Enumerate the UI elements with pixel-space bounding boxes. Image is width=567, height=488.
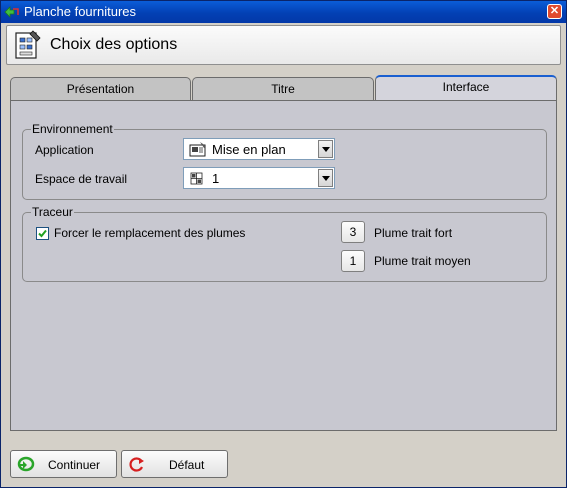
page-title: Choix des options [50,36,178,53]
tab-titre[interactable]: Titre [192,77,374,101]
plume-fort-button[interactable]: 3 [341,221,365,243]
tab-presentation[interactable]: Présentation [10,77,191,101]
dialog-header: Choix des options [6,25,561,65]
chevron-down-icon[interactable] [318,140,333,158]
defaut-label: Défaut [169,458,205,472]
group-title-environnement: Environnement [31,122,114,136]
continue-icon [17,456,35,472]
forcer-remplacement-label: Forcer le remplacement des plumes [54,226,246,240]
close-icon[interactable]: ✕ [547,4,562,19]
group-title-traceur: Traceur [31,205,74,219]
espace-travail-select[interactable]: 1 [183,167,335,189]
plume-moyen-button[interactable]: 1 [341,250,365,272]
continuer-button[interactable]: Continuer [10,450,117,478]
forcer-remplacement-checkbox[interactable] [36,227,49,240]
plume-moyen-label: Plume trait moyen [374,254,471,268]
group-environnement: Environnement Application Mise en plan E… [22,122,547,200]
group-traceur: Traceur Forcer le remplacement des plume… [22,205,547,282]
options-icon [15,30,41,59]
checkmark-icon [38,229,47,238]
tab-interface[interactable]: Interface [375,75,557,100]
defaut-button[interactable]: Défaut [121,450,228,478]
tab-panel-interface: Environnement Application Mise en plan E… [10,100,557,431]
espace-travail-value: 1 [212,171,220,186]
application-label: Application [35,143,94,157]
dialog-window: Planche fournitures ✕ Choix des options … [0,0,567,488]
plume-fort-label: Plume trait fort [374,226,453,240]
grid-icon [190,172,203,185]
espace-travail-label: Espace de travail [35,172,128,186]
reset-icon [129,457,144,472]
app-icon [4,6,19,18]
window-title: Planche fournitures [24,4,137,19]
title-bar[interactable]: Planche fournitures ✕ [1,1,566,23]
chevron-down-icon[interactable] [318,169,333,187]
drawing-icon [189,142,206,157]
continuer-label: Continuer [48,458,101,472]
application-select[interactable]: Mise en plan [183,138,335,160]
application-value: Mise en plan [212,142,286,157]
